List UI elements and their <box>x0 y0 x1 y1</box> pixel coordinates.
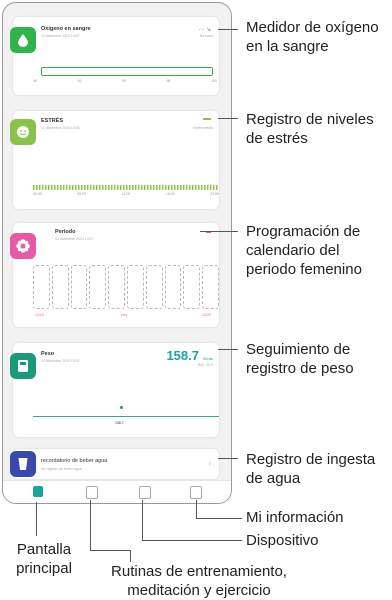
day-column <box>51 265 69 309</box>
leader-line <box>142 500 143 540</box>
stress-date: 14 diciembre 2024 14:58 <box>41 126 80 130</box>
annotation-myinfo: Mi información <box>246 509 344 526</box>
leader-line <box>218 458 238 459</box>
oxygen-card[interactable]: Oxígeno en sangre 14 diciembre 2024 14:5… <box>10 17 219 95</box>
day-column <box>33 265 50 309</box>
weight-axis <box>33 416 219 417</box>
period-start-date: 12/13 <box>35 313 44 317</box>
annotation-oxygen: Medidor de oxígeno en la sangre <box>246 19 379 55</box>
annotation-water: Registro de ingesta de agua <box>246 451 376 487</box>
leader-line <box>196 500 197 518</box>
oxygen-bar <box>41 67 213 76</box>
weight-number: 158.7 <box>166 348 199 363</box>
smiley-icon <box>10 119 36 145</box>
stress-card[interactable]: ESTRÉS 14 diciembre 2024 14:58 Estrés me… <box>10 111 219 209</box>
leader-line <box>200 231 238 232</box>
leader-line <box>142 540 242 541</box>
stress-ticks: 00:00 06:00 12:00 18:00 23:59 <box>33 192 219 196</box>
stress-level: Estrés medio <box>192 126 213 130</box>
leader-line <box>90 500 91 550</box>
day-column <box>70 265 88 309</box>
weight-point-label: 158.7 <box>115 421 124 425</box>
water-card[interactable]: recordatorio de beber agua No registró d… <box>10 449 219 479</box>
annotation-stress: Registro de niveles de estrés <box>246 111 374 147</box>
scale-label: 90 <box>33 79 37 83</box>
leader-line <box>218 29 238 30</box>
water-title: recordatorio de beber agua <box>41 458 108 464</box>
period-calendar <box>33 265 219 309</box>
blood-drop-icon <box>10 27 36 53</box>
day-column <box>202 265 219 309</box>
leader-line <box>36 502 37 536</box>
oxygen-date: 14 diciembre 2024 14:57 <box>41 34 80 38</box>
leader-line <box>218 118 238 119</box>
stress-title: ESTRÉS <box>41 118 64 124</box>
scale-label: 92 <box>77 79 82 83</box>
water-glass-icon <box>10 451 36 477</box>
nav-device-icon[interactable] <box>139 486 151 499</box>
phone-screen: Oxígeno en sangre 14 diciembre 2024 14:5… <box>2 2 232 504</box>
scale-label: 98 <box>166 79 171 83</box>
nav-routines-icon[interactable] <box>86 486 98 499</box>
day-column <box>183 265 201 309</box>
annotation-home: Pantalla principal <box>16 541 72 577</box>
day-column <box>126 265 144 309</box>
tick-label: 06:00 <box>77 192 87 196</box>
annotation-routines: Rutinas de entrenamiento, meditación y e… <box>111 563 287 599</box>
day-column <box>108 265 125 309</box>
period-title: Periodo <box>55 229 76 235</box>
oxygen-dash: - - ↘ <box>198 27 211 33</box>
tick-label: 23:59 <box>210 192 219 196</box>
leader-line <box>196 518 242 519</box>
annotation-device: Dispositivo <box>246 532 319 549</box>
weight-title: Peso <box>41 351 55 357</box>
flower-icon <box>10 233 36 259</box>
annotation-weight: Seguimiento de registro de peso <box>246 341 354 377</box>
weight-bmi: IMC: 25.9 <box>197 363 213 367</box>
period-card[interactable]: Periodo 14 diciembre 2024 14:57 12/13 Ho… <box>10 223 219 327</box>
leader-line <box>90 550 130 551</box>
leader-line <box>130 550 131 562</box>
leader-line <box>218 349 238 350</box>
scale-icon <box>10 353 36 379</box>
chevron-right-icon: › <box>208 459 211 468</box>
weight-unit: libras <box>203 356 213 361</box>
period-date: 14 diciembre 2024 14:57 <box>55 237 94 241</box>
nav-profile-icon[interactable] <box>190 486 202 499</box>
nav-home-icon[interactable] <box>33 486 43 497</box>
weight-card[interactable]: Peso 14 diciembre 2024 15:02 158.7 libra… <box>10 343 219 437</box>
oxygen-status: No hubo <box>199 34 213 38</box>
stress-chart <box>33 185 219 190</box>
period-end-date: 12/23 <box>202 313 211 317</box>
period-today: Hoy <box>121 313 128 317</box>
oxygen-title: Oxígeno en sangre <box>41 26 91 32</box>
scale-label: 100 <box>211 79 217 83</box>
tick-label: 00:00 <box>33 192 42 196</box>
annotation-period: Programación de calendario del periodo f… <box>246 223 362 278</box>
oxygen-scale: 90 92 95 98 100 <box>33 79 217 83</box>
water-sub: No registró de beber agua <box>41 467 82 471</box>
scale-label: 95 <box>122 79 126 83</box>
weight-date: 14 diciembre 2024 15:02 <box>41 359 80 363</box>
tick-label: 12:00 <box>121 192 131 196</box>
tick-label: 18:00 <box>165 192 175 196</box>
day-column <box>89 265 107 309</box>
weight-point <box>120 406 123 409</box>
day-column <box>145 265 163 309</box>
day-column <box>164 265 182 309</box>
stress-dash <box>203 118 211 120</box>
